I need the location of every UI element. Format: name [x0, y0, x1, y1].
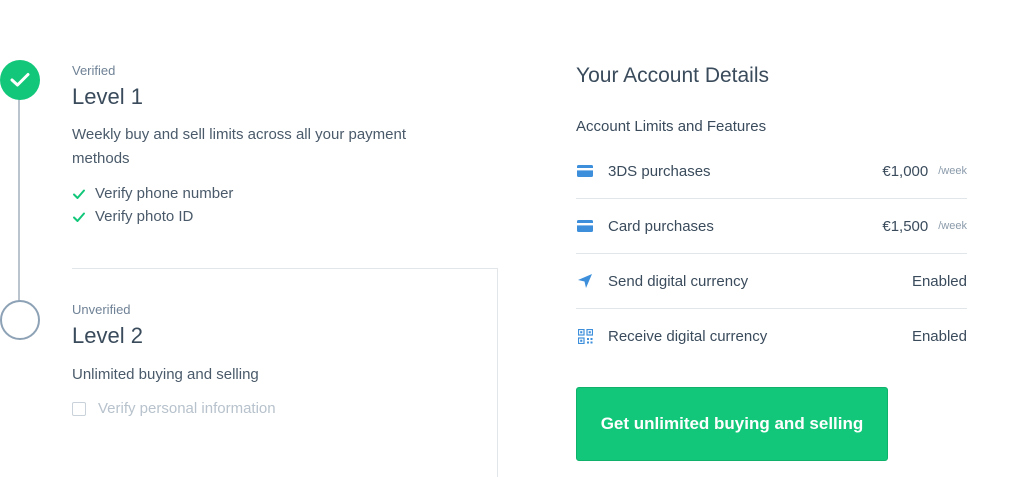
- level-1-requirements: Verify phone number Verify photo ID: [72, 182, 233, 228]
- limit-value: Enabled: [911, 328, 967, 345]
- verified-check-icon: [0, 60, 40, 100]
- limit-row-send: Send digital currency Enabled: [576, 254, 967, 309]
- requirement-item: Verify phone number: [72, 182, 233, 205]
- check-icon: [72, 210, 86, 224]
- limit-unit: /week: [938, 165, 967, 177]
- level-1-status: Verified: [72, 63, 116, 78]
- limit-unit: /week: [938, 220, 967, 232]
- get-unlimited-button[interactable]: Get unlimited buying and selling: [576, 387, 888, 461]
- limit-row-3ds: 3DS purchases €1,000 /week: [576, 144, 967, 199]
- requirement-label: Verify personal information: [98, 400, 276, 417]
- level-1-description: Weekly buy and sell limits across all yo…: [72, 126, 407, 167]
- limit-value: Enabled: [911, 272, 967, 290]
- requirement-label: Verify phone number: [95, 185, 234, 202]
- requirement-item: Verify photo ID: [72, 205, 233, 228]
- unverified-circle-icon: [0, 300, 40, 340]
- requirement-label: Verify photo ID: [95, 208, 194, 225]
- limit-label: Send digital currency: [608, 272, 749, 290]
- level-2-title: Level 2: [72, 323, 143, 348]
- timeline-line: [18, 80, 20, 310]
- card-icon: [576, 219, 594, 233]
- send-icon: [576, 274, 594, 288]
- limit-label: Receive digital currency: [608, 328, 768, 345]
- qr-code-icon: [576, 329, 594, 344]
- limit-label: 3DS purchases: [608, 162, 711, 180]
- level-2-status: Unverified: [72, 302, 131, 317]
- limit-value: €1,000: [882, 162, 929, 180]
- card-icon: [576, 164, 594, 178]
- limit-label: Card purchases: [608, 217, 714, 235]
- verify-personal-info-checkbox[interactable]: [72, 401, 86, 416]
- limit-row-receive: Receive digital currency Enabled: [576, 309, 967, 364]
- account-limits-subtitle: Account Limits and Features: [576, 118, 767, 135]
- level-1-title: Level 1: [72, 84, 143, 109]
- check-icon: [72, 187, 86, 201]
- account-details-title: Your Account Details: [576, 64, 770, 87]
- limit-value: €1,500: [882, 217, 929, 235]
- limit-row-card: Card purchases €1,500 /week: [576, 199, 967, 254]
- verify-personal-info-item[interactable]: Verify personal information: [72, 400, 276, 417]
- level-2-description: Unlimited buying and selling: [72, 366, 259, 383]
